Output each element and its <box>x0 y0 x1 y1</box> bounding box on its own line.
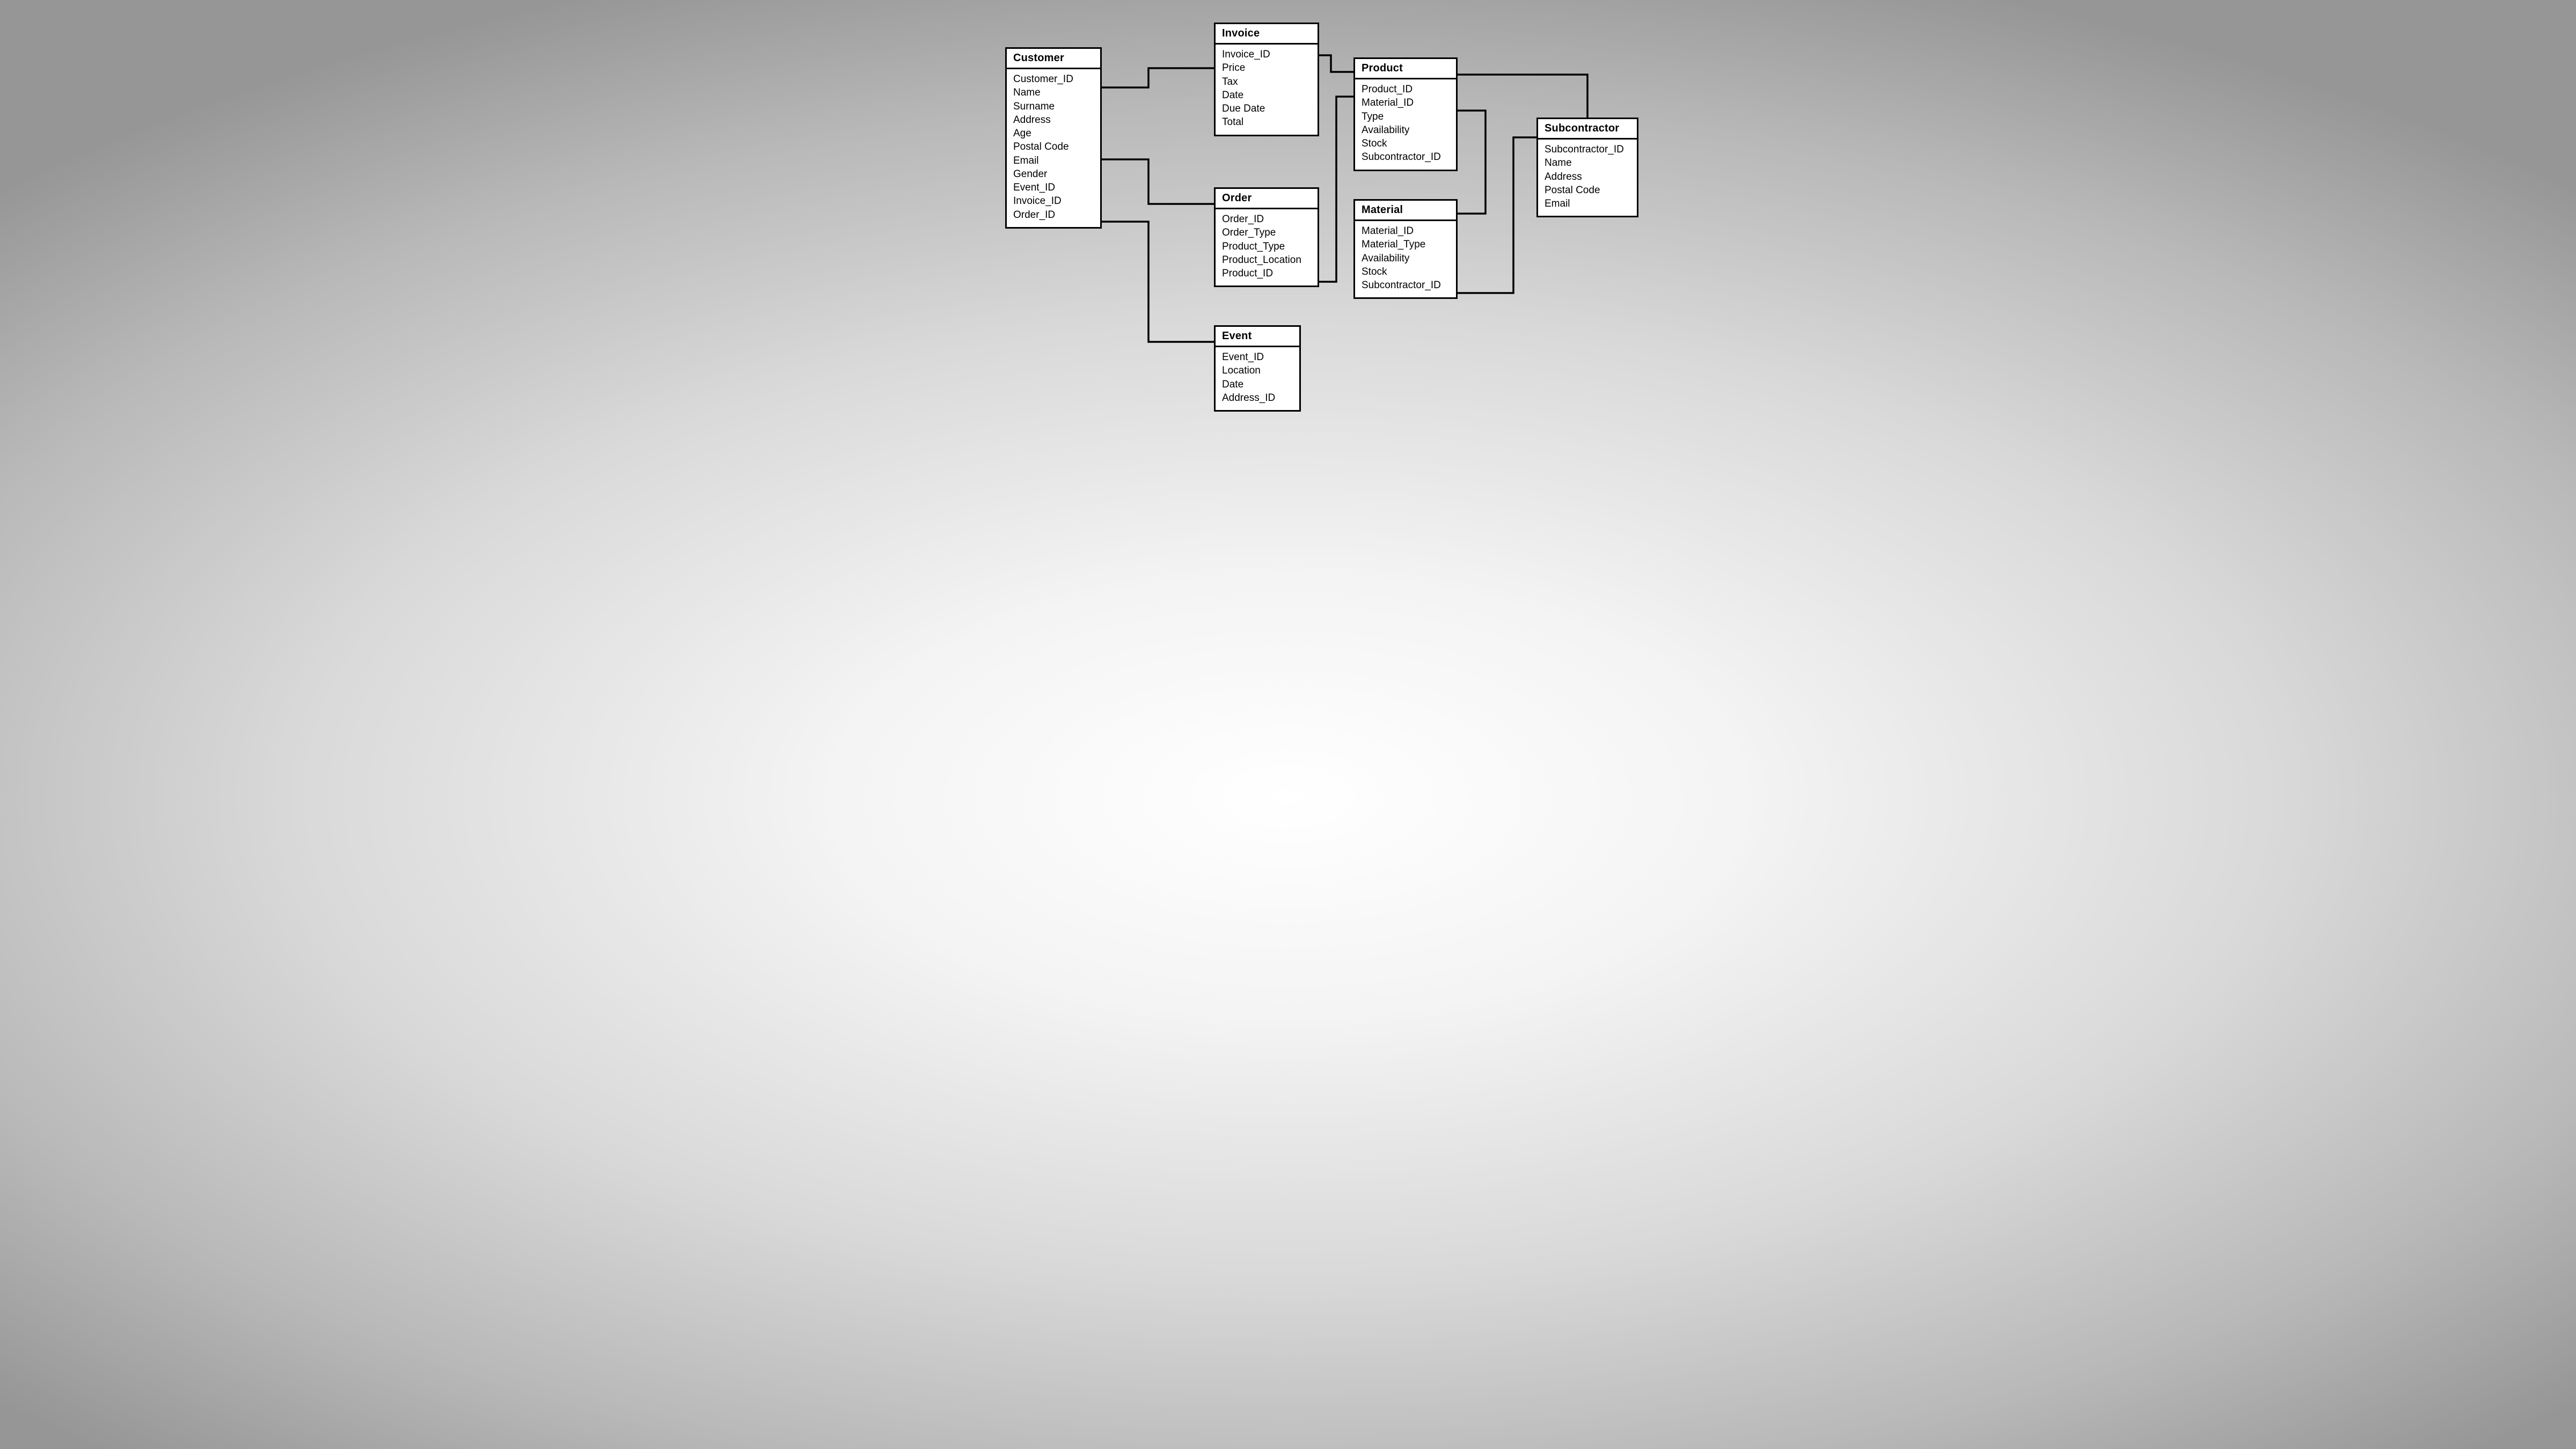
field: Product_Type <box>1222 240 1311 253</box>
connector-product-material <box>1458 111 1485 214</box>
entity-fields: Order_IDOrder_TypeProduct_TypeProduct_Lo… <box>1216 209 1318 286</box>
connector-material-subcontractor <box>1458 137 1536 293</box>
field: Material_ID <box>1362 96 1450 109</box>
entity-title: Subcontractor <box>1538 119 1637 140</box>
field: Surname <box>1013 100 1094 113</box>
field: Subcontractor_ID <box>1362 150 1450 164</box>
field: Event_ID <box>1222 350 1293 364</box>
field: Material_ID <box>1362 224 1450 238</box>
field: Location <box>1222 364 1293 377</box>
field: Subcontractor_ID <box>1545 143 1630 156</box>
field: Address_ID <box>1222 391 1293 405</box>
field: Stock <box>1362 137 1450 150</box>
field: Order_Type <box>1222 226 1311 239</box>
entity-fields: Event_IDLocationDateAddress_ID <box>1216 347 1299 410</box>
field: Invoice_ID <box>1013 194 1094 208</box>
field: Availability <box>1362 252 1450 265</box>
connector-product-subcontractor <box>1458 75 1587 118</box>
field: Total <box>1222 115 1311 129</box>
field: Type <box>1362 110 1450 123</box>
entity-subcontractor: Subcontractor Subcontractor_IDNameAddres… <box>1536 118 1638 217</box>
field: Availability <box>1362 123 1450 137</box>
entity-customer: Customer Customer_IDNameSurnameAddressAg… <box>1005 47 1102 229</box>
entity-title: Product <box>1355 59 1456 79</box>
entity-title: Order <box>1216 189 1318 209</box>
connector-customer-order <box>1102 159 1214 204</box>
field: Email <box>1013 154 1094 167</box>
field: Postal Code <box>1013 140 1094 153</box>
field: Stock <box>1362 265 1450 279</box>
field: Order_ID <box>1013 208 1094 222</box>
field: Product_Location <box>1222 253 1311 267</box>
field: Date <box>1222 378 1293 391</box>
entity-product: Product Product_IDMaterial_IDTypeAvailab… <box>1353 57 1458 171</box>
field: Due Date <box>1222 102 1311 115</box>
connector-invoice-product <box>1319 55 1353 72</box>
entity-invoice: Invoice Invoice_IDPriceTaxDateDue DateTo… <box>1214 23 1319 136</box>
entity-fields: Product_IDMaterial_IDTypeAvailabilitySto… <box>1355 79 1456 170</box>
field: Email <box>1545 197 1630 210</box>
entity-title: Customer <box>1007 49 1100 69</box>
entity-title: Event <box>1216 327 1299 347</box>
connector-customer-event <box>1102 222 1214 342</box>
er-diagram: Customer Customer_IDNameSurnameAddressAg… <box>902 0 1674 435</box>
field: Customer_ID <box>1013 72 1094 86</box>
entity-fields: Customer_IDNameSurnameAddressAgePostal C… <box>1007 69 1100 227</box>
field: Gender <box>1013 167 1094 181</box>
entity-title: Material <box>1355 201 1456 221</box>
entity-material: Material Material_IDMaterial_TypeAvailab… <box>1353 199 1458 299</box>
field: Product_ID <box>1222 267 1311 280</box>
entity-fields: Invoice_IDPriceTaxDateDue DateTotal <box>1216 45 1318 135</box>
field: Event_ID <box>1013 181 1094 194</box>
field: Name <box>1013 86 1094 99</box>
entity-title: Invoice <box>1216 24 1318 45</box>
entity-order: Order Order_IDOrder_TypeProduct_TypeProd… <box>1214 187 1319 287</box>
field: Age <box>1013 127 1094 140</box>
entity-fields: Material_IDMaterial_TypeAvailabilityStoc… <box>1355 221 1456 297</box>
field: Material_Type <box>1362 238 1450 251</box>
field: Postal Code <box>1545 184 1630 197</box>
entity-fields: Subcontractor_IDNameAddressPostal CodeEm… <box>1538 140 1637 216</box>
field: Address <box>1013 113 1094 127</box>
field: Subcontractor_ID <box>1362 279 1450 292</box>
field: Invoice_ID <box>1222 48 1311 61</box>
field: Price <box>1222 61 1311 75</box>
field: Name <box>1545 156 1630 170</box>
field: Date <box>1222 89 1311 102</box>
field: Address <box>1545 170 1630 184</box>
field: Tax <box>1222 75 1311 89</box>
entity-event: Event Event_IDLocationDateAddress_ID <box>1214 325 1301 412</box>
field: Product_ID <box>1362 83 1450 96</box>
connector-customer-invoice <box>1102 68 1214 87</box>
connector-order-product <box>1319 97 1353 282</box>
field: Order_ID <box>1222 213 1311 226</box>
